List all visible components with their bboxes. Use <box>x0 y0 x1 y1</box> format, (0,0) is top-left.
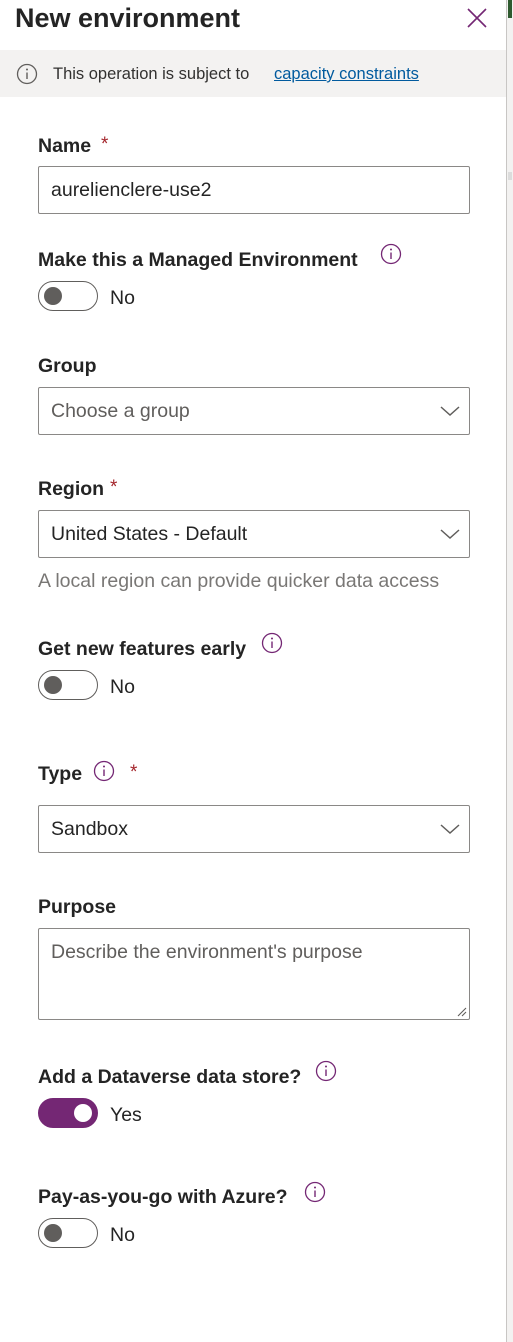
background-accent <box>508 0 512 18</box>
purpose-label: Purpose <box>38 896 117 918</box>
background-strip <box>507 0 513 1342</box>
info-icon <box>16 63 38 85</box>
managed-environment-label: Make this a Managed Environment <box>38 249 358 271</box>
toggle-knob <box>74 1104 92 1122</box>
required-asterisk: * <box>130 762 138 783</box>
group-dropdown[interactable]: Choose a group <box>38 387 470 435</box>
required-asterisk: * <box>101 134 109 155</box>
purpose-textarea[interactable]: Describe the environment's purpose <box>38 928 470 1020</box>
chevron-down-icon <box>440 824 460 835</box>
info-icon[interactable] <box>315 1060 337 1082</box>
capacity-constraints-link[interactable]: capacity constraints <box>274 63 419 85</box>
payg-toggle[interactable] <box>38 1218 98 1248</box>
background-divider <box>508 172 512 180</box>
region-dropdown[interactable]: United States - Default <box>38 510 470 558</box>
managed-environment-toggle[interactable] <box>38 281 98 311</box>
early-features-state: No <box>110 676 135 698</box>
info-icon[interactable] <box>380 243 402 265</box>
payg-state: No <box>110 1224 135 1246</box>
new-environment-panel: New environment This operation is subjec… <box>0 0 506 1342</box>
toggle-knob <box>44 287 62 305</box>
panel-title: New environment <box>15 3 241 33</box>
dataverse-label: Add a Dataverse data store? <box>38 1066 302 1088</box>
name-input[interactable]: aurelienclere-use2 <box>38 166 470 214</box>
name-input-value: aurelienclere-use2 <box>51 179 212 201</box>
chevron-down-icon <box>440 406 460 417</box>
resize-grip-icon[interactable] <box>455 1005 467 1017</box>
group-placeholder: Choose a group <box>51 400 190 422</box>
region-value: United States - Default <box>51 523 248 545</box>
info-icon[interactable] <box>261 632 283 654</box>
region-label: Region <box>38 478 105 500</box>
type-dropdown[interactable]: Sandbox <box>38 805 470 853</box>
early-features-label: Get new features early <box>38 638 247 660</box>
toggle-knob <box>44 1224 62 1242</box>
info-icon[interactable] <box>93 760 115 782</box>
toggle-knob <box>44 676 62 694</box>
group-label: Group <box>38 355 97 377</box>
early-features-toggle[interactable] <box>38 670 98 700</box>
dataverse-state: Yes <box>110 1104 142 1126</box>
payg-label: Pay-as-you-go with Azure? <box>38 1186 288 1208</box>
notice-text: This operation is subject to <box>53 65 250 83</box>
managed-environment-state: No <box>110 287 135 309</box>
purpose-placeholder: Describe the environment's purpose <box>51 941 363 963</box>
region-hint: A local region can provide quicker data … <box>38 570 440 592</box>
type-label: Type <box>38 763 83 785</box>
close-icon[interactable] <box>465 6 489 30</box>
capacity-notice: This operation is subject to capacity co… <box>0 50 506 97</box>
dataverse-toggle[interactable] <box>38 1098 98 1128</box>
required-asterisk: * <box>110 477 118 498</box>
name-label: Name <box>38 135 92 157</box>
type-value: Sandbox <box>51 818 128 840</box>
info-icon[interactable] <box>304 1181 326 1203</box>
chevron-down-icon <box>440 529 460 540</box>
